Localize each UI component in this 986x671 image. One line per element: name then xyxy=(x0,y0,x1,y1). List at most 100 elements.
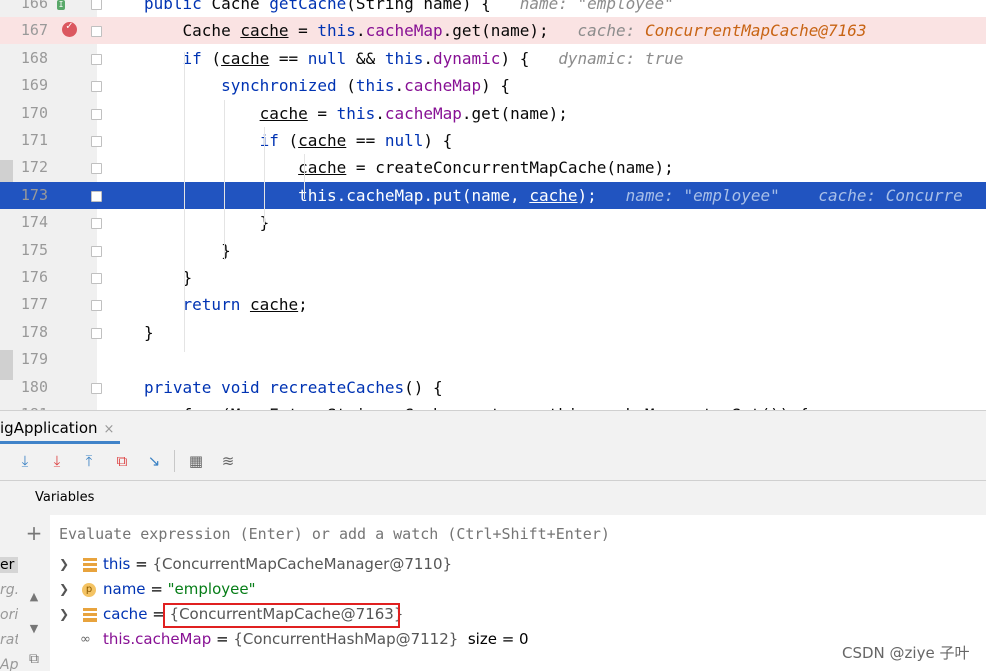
code-line[interactable]: 179 xyxy=(0,346,986,373)
frame-item[interactable]: ori xyxy=(0,607,18,623)
line-number[interactable]: 176 xyxy=(20,264,48,291)
code-line[interactable]: 177 return cache; xyxy=(0,291,986,318)
variable-row[interactable]: ❯ p name = "employee" xyxy=(50,577,986,602)
code-token: cache xyxy=(259,103,308,123)
variable-row[interactable]: ❯ this = {ConcurrentMapCacheManager@7110} xyxy=(50,552,986,577)
fold-marker-icon[interactable] xyxy=(91,273,102,284)
frame-item[interactable]: rg. xyxy=(0,582,18,598)
fold-marker-icon[interactable] xyxy=(91,136,102,147)
frame-item[interactable]: rat xyxy=(0,632,18,648)
code-text[interactable]: if (cache == null && this.dynamic) { dyn… xyxy=(144,45,684,72)
run-to-cursor-icon[interactable]: ↘ xyxy=(143,450,165,472)
fold-marker-icon[interactable] xyxy=(91,0,102,10)
code-line[interactable]: 173 this.cacheMap.put(name, cache); name… xyxy=(0,181,986,209)
variables-sidebar: + ▲ ▼ ⧉ xyxy=(18,515,51,671)
line-number[interactable]: 173 xyxy=(20,182,48,209)
trace-icon[interactable]: ≋ xyxy=(217,450,239,472)
step-out-icon[interactable]: ⤒ xyxy=(78,450,100,472)
step-over-icon[interactable]: ⤓ xyxy=(14,450,36,472)
fold-marker-icon[interactable] xyxy=(91,163,102,175)
fold-marker-icon[interactable] xyxy=(91,108,102,120)
line-number[interactable]: 177 xyxy=(20,291,48,318)
code-text[interactable]: } xyxy=(144,319,154,346)
code-line[interactable]: 176 } xyxy=(0,264,986,291)
fold-marker-icon[interactable] xyxy=(91,218,102,230)
line-number[interactable]: 172 xyxy=(20,154,48,181)
frame-item[interactable]: er xyxy=(0,557,18,573)
code-editor[interactable]: 166 public Cache getCache(String name) { … xyxy=(0,0,986,410)
code-line[interactable]: 174 } xyxy=(0,209,986,236)
evaluate-expression-input[interactable] xyxy=(59,525,959,543)
code-line[interactable]: 170 cache = this.cacheMap.get(name); xyxy=(0,100,986,127)
line-number[interactable]: 179 xyxy=(20,346,48,373)
code-text[interactable]: cache = this.cacheMap.get(name); xyxy=(144,100,568,127)
code-line[interactable]: 167 Cache cache = this.cacheMap.get(name… xyxy=(0,17,986,45)
code-token: getCache xyxy=(269,0,347,13)
expand-arrow-icon[interactable]: ❯ xyxy=(59,552,69,577)
code-line[interactable]: 172 cache = createConcurrentMapCache(nam… xyxy=(0,154,986,181)
line-number[interactable]: 167 xyxy=(20,17,48,44)
fold-marker-icon[interactable] xyxy=(91,245,102,257)
line-number[interactable]: 169 xyxy=(20,72,48,99)
code-text[interactable]: this.cacheMap.put(name, cache); name: "e… xyxy=(144,182,963,209)
line-number[interactable]: 174 xyxy=(20,209,48,236)
implements-icon[interactable]: I xyxy=(57,0,65,10)
code-line[interactable]: 171 if (cache == null) { xyxy=(0,127,986,154)
code-token: if xyxy=(182,48,202,68)
code-text[interactable]: public Cache getCache(String name) { nam… xyxy=(144,0,674,17)
code-token: = xyxy=(307,103,337,123)
code-text[interactable]: if (cache == null) { xyxy=(144,127,453,154)
code-line[interactable]: 178} xyxy=(0,319,986,346)
code-token: cache xyxy=(529,185,578,205)
line-number[interactable]: 181 xyxy=(20,401,48,410)
evaluate-icon[interactable]: ▦ xyxy=(185,450,207,472)
fold-marker-icon[interactable] xyxy=(91,382,102,394)
code-line[interactable]: 169 synchronized (this.cacheMap) { xyxy=(0,72,986,99)
fold-marker-icon[interactable] xyxy=(91,53,102,65)
code-text[interactable]: for (Map.Entry<String, Cache> entry : th… xyxy=(144,401,809,410)
code-token: () { xyxy=(404,377,443,397)
line-number[interactable]: 170 xyxy=(20,100,48,127)
step-into-icon[interactable]: ⤓ xyxy=(46,450,68,472)
code-line[interactable]: 168 if (cache == null && this.dynamic) {… xyxy=(0,45,986,72)
code-text[interactable]: return cache; xyxy=(144,291,308,318)
expand-arrow-icon[interactable]: ❯ xyxy=(59,577,69,602)
fold-marker-icon[interactable] xyxy=(91,190,102,202)
code-token: ( xyxy=(336,76,356,96)
code-text[interactable]: Cache cache = this.cacheMap.get(name); c… xyxy=(144,17,867,44)
add-watch-icon[interactable]: + xyxy=(24,523,44,543)
code-text[interactable]: } xyxy=(144,237,231,264)
breakpoint-icon[interactable] xyxy=(62,19,77,37)
close-icon[interactable]: × xyxy=(104,422,115,437)
fold-marker-icon[interactable] xyxy=(91,300,102,312)
move-down-icon[interactable]: ▼ xyxy=(24,619,44,639)
line-number[interactable]: 175 xyxy=(20,237,48,264)
code-line[interactable]: 180 private void recreateCaches() { xyxy=(0,374,986,401)
line-number[interactable]: 180 xyxy=(20,374,48,401)
copy-icon[interactable]: ⧉ xyxy=(24,649,44,669)
code-line[interactable]: 166 public Cache getCache(String name) { … xyxy=(0,0,986,17)
code-text[interactable]: synchronized (this.cacheMap) { xyxy=(144,72,510,99)
fold-marker-icon[interactable] xyxy=(91,81,102,93)
drop-frame-icon[interactable]: ⧉ xyxy=(111,450,133,472)
code-token: Cache xyxy=(211,0,270,13)
move-up-icon[interactable]: ▲ xyxy=(24,587,44,607)
fold-marker-icon[interactable] xyxy=(91,327,102,339)
code-text[interactable]: } xyxy=(144,209,270,236)
line-number[interactable]: 168 xyxy=(20,45,48,72)
code-text[interactable]: private void recreateCaches() { xyxy=(144,374,443,401)
code-token: dynamic xyxy=(433,48,501,68)
frame-item[interactable]: Ap xyxy=(0,657,18,671)
line-number[interactable]: 166 xyxy=(20,0,48,17)
code-token: this xyxy=(336,103,376,123)
code-line[interactable]: 181 for (Map.Entry<String, Cache> entry … xyxy=(0,401,986,410)
code-line[interactable]: 175 } xyxy=(0,237,986,264)
line-number[interactable]: 178 xyxy=(20,319,48,346)
expand-arrow-icon[interactable]: ❯ xyxy=(59,602,69,627)
tab-run-config[interactable]: igApplication × xyxy=(0,419,114,437)
line-number[interactable]: 171 xyxy=(20,127,48,154)
fold-marker-icon[interactable] xyxy=(91,26,102,38)
code-token: == xyxy=(269,48,308,68)
